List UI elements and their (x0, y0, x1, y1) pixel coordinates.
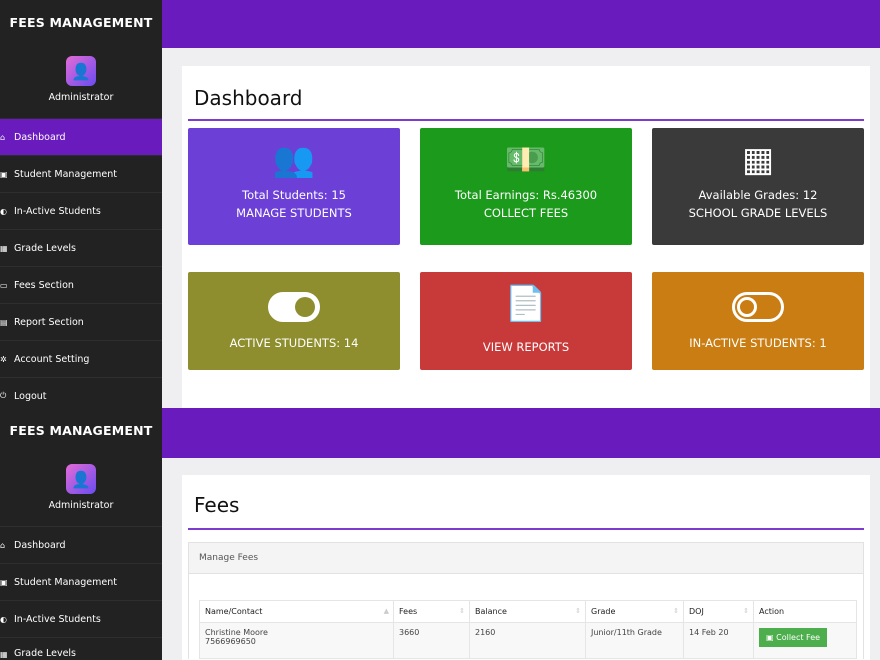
card-link[interactable]: SCHOOL GRADE LEVELS (652, 206, 864, 220)
column-header[interactable]: Balance ⇕ (469, 600, 586, 623)
sort-icon: ⇕ (673, 607, 679, 615)
column-header[interactable]: Fees ⇕ (393, 600, 470, 623)
sidebar-item-label: Grade Levels (14, 242, 77, 254)
sidebar-item-label: Account Setting (14, 353, 90, 365)
menu-icon: ▤ (0, 317, 8, 327)
toggle-on-icon (268, 292, 320, 322)
menu-icon: ⌂ (0, 540, 6, 550)
fees-panel: Fees Manage Fees Name/Contact ▲ Fees ⇕ Balan… (182, 475, 870, 660)
menu-icon: ⏻ (0, 391, 7, 400)
grid-icon: ▦ (741, 140, 775, 180)
sidebar: FEES MANAGEMENT 👤 Administrator ⌂ Dashboa… (0, 0, 162, 408)
collect-fee-button[interactable]: ▣ Collect Fee (759, 628, 828, 647)
sidebar-item-label: Report Section (14, 316, 84, 328)
fees-screen: FEES MANAGEMENT 👤 Administrator ⌂ Dashboa… (0, 408, 880, 660)
user-name: Administrator (48, 500, 114, 511)
sort-icon: ⇕ (575, 607, 581, 615)
menu-icon: ▦ (0, 243, 8, 253)
box-title: Manage Fees (189, 543, 863, 574)
sidebar-item-report-section[interactable]: ▤ Report Section (0, 303, 162, 340)
money-icon: ▣ (766, 633, 777, 642)
sidebar-item-label: Fees Section (14, 279, 74, 291)
sidebar-item-label: In-Active Students (14, 613, 101, 625)
fees-table: Name/Contact ▲ Fees ⇕ Balance ⇕ Grade ⇕ DOJ ⇕ Acti… (199, 600, 857, 659)
card-label: IN-ACTIVE STUDENTS: 1 (689, 336, 827, 350)
sort-icon: ▲ (383, 607, 389, 615)
top-bar (162, 408, 880, 458)
sidebar-item-dashboard[interactable]: ⌂ Dashboard (0, 526, 162, 563)
top-bar (162, 0, 880, 48)
balance-cell: 2160 (469, 622, 586, 659)
sidebar-item-student-management[interactable]: ▣ Student Management (0, 563, 162, 600)
dashboard-card[interactable]: IN-ACTIVE STUDENTS: 1 (652, 272, 864, 370)
card-link[interactable]: MANAGE STUDENTS (188, 206, 400, 220)
sidebar-item-grade-levels[interactable]: ▦ Grade Levels (0, 229, 162, 266)
sidebar-item-label: In-Active Students (14, 205, 101, 217)
page-title: Dashboard (188, 66, 864, 121)
dashboard-card[interactable]: 📄 VIEW REPORTS (420, 272, 632, 370)
sort-icon: ⇕ (459, 607, 465, 615)
column-header[interactable]: DOJ ⇕ (683, 600, 754, 623)
sidebar-item-label: Grade Levels (14, 648, 77, 659)
sidebar-item-label: Dashboard (14, 539, 66, 551)
column-header[interactable]: Name/Contact ▲ (199, 600, 394, 623)
table-row: Christine Moore 7566969650 3660 2160 Juni… (199, 622, 857, 659)
card-label: Available Grades: 12 (698, 188, 818, 202)
sidebar-item-in-active-students[interactable]: ◐ In-Active Students (0, 192, 162, 229)
sidebar-item-label: Dashboard (14, 131, 66, 143)
manage-fees-box: Manage Fees Name/Contact ▲ Fees ⇕ Balance ⇕ Gr… (188, 542, 864, 659)
dashboard-screen: FEES MANAGEMENT 👤 Administrator ⌂ Dashboa… (0, 0, 880, 408)
user-name: Administrator (48, 92, 114, 103)
dashboard-card[interactable]: 💵 Total Earnings: Rs.46300 COLLECT FEES (420, 128, 632, 245)
fees-cell: 3660 (393, 622, 470, 659)
card-label: Total Earnings: Rs.46300 (454, 188, 598, 202)
page-title: Fees (188, 475, 864, 530)
app-title: FEES MANAGEMENT (9, 423, 153, 438)
menu-icon: ◐ (0, 206, 7, 216)
student-contact: 7566969650 (205, 637, 256, 646)
menu-icon: ▭ (0, 280, 8, 290)
sidebar-item-in-active-students[interactable]: ◐ In-Active Students (0, 600, 162, 637)
action-cell: ▣ Collect Fee (753, 622, 857, 659)
column-header[interactable]: Action (753, 600, 857, 623)
sidebar: FEES MANAGEMENT 👤 Administrator ⌂ Dashboa… (0, 408, 162, 660)
dashboard-card[interactable]: ▦ Available Grades: 12 SCHOOL GRADE LEVELS (652, 128, 864, 245)
card-label: VIEW REPORTS (482, 340, 570, 354)
sidebar-item-dashboard[interactable]: ⌂ Dashboard (0, 118, 162, 155)
menu-icon: ▣ (0, 577, 8, 587)
sidebar-item-fees-section[interactable]: ▭ Fees Section (0, 266, 162, 303)
student-name: Christine Moore (205, 628, 268, 637)
grade-cell: Junior/11th Grade (585, 622, 684, 659)
menu-icon: ✲ (0, 354, 7, 364)
card-link[interactable]: COLLECT FEES (420, 206, 632, 220)
toggle-off-icon (732, 292, 784, 322)
pdf-icon: 📄 (504, 284, 548, 324)
menu-icon: ◐ (0, 614, 7, 624)
user-icon: 👤 (71, 469, 91, 489)
sidebar-item-account-setting[interactable]: ✲ Account Setting (0, 340, 162, 377)
sidebar-item-label: Logout (14, 390, 47, 402)
sort-icon: ⇕ (743, 607, 749, 615)
avatar: 👤 (66, 464, 96, 494)
sidebar-item-label: Student Management (14, 168, 117, 180)
dashboard-card[interactable]: 👥 Total Students: 15 MANAGE STUDENTS (188, 128, 400, 245)
column-header[interactable]: Grade ⇕ (585, 600, 684, 623)
card-label: ACTIVE STUDENTS: 14 (229, 336, 359, 350)
dashboard-card[interactable]: ACTIVE STUDENTS: 14 (188, 272, 400, 370)
doj-cell: 14 Feb 20 (683, 622, 754, 659)
sidebar-item-logout[interactable]: ⏻ Logout (0, 377, 162, 408)
money-icon: 💵 (504, 140, 548, 180)
user-icon: 👤 (71, 61, 91, 81)
card-label: Total Students: 15 (242, 188, 346, 202)
menu-icon: ▦ (0, 650, 8, 659)
sidebar-item-label: Student Management (14, 576, 117, 588)
app-title: FEES MANAGEMENT (9, 15, 153, 30)
sidebar-item-student-management[interactable]: ▣ Student Management (0, 155, 162, 192)
menu-icon: ⌂ (0, 132, 6, 142)
users-icon: 👥 (272, 140, 316, 180)
avatar: 👤 (66, 56, 96, 86)
menu-icon: ▣ (0, 169, 8, 179)
sidebar-item-grade-levels[interactable]: ▦ Grade Levels (0, 637, 162, 659)
dashboard-panel: Dashboard 👥 Total Students: 15 MANAGE STUD… (182, 66, 870, 408)
